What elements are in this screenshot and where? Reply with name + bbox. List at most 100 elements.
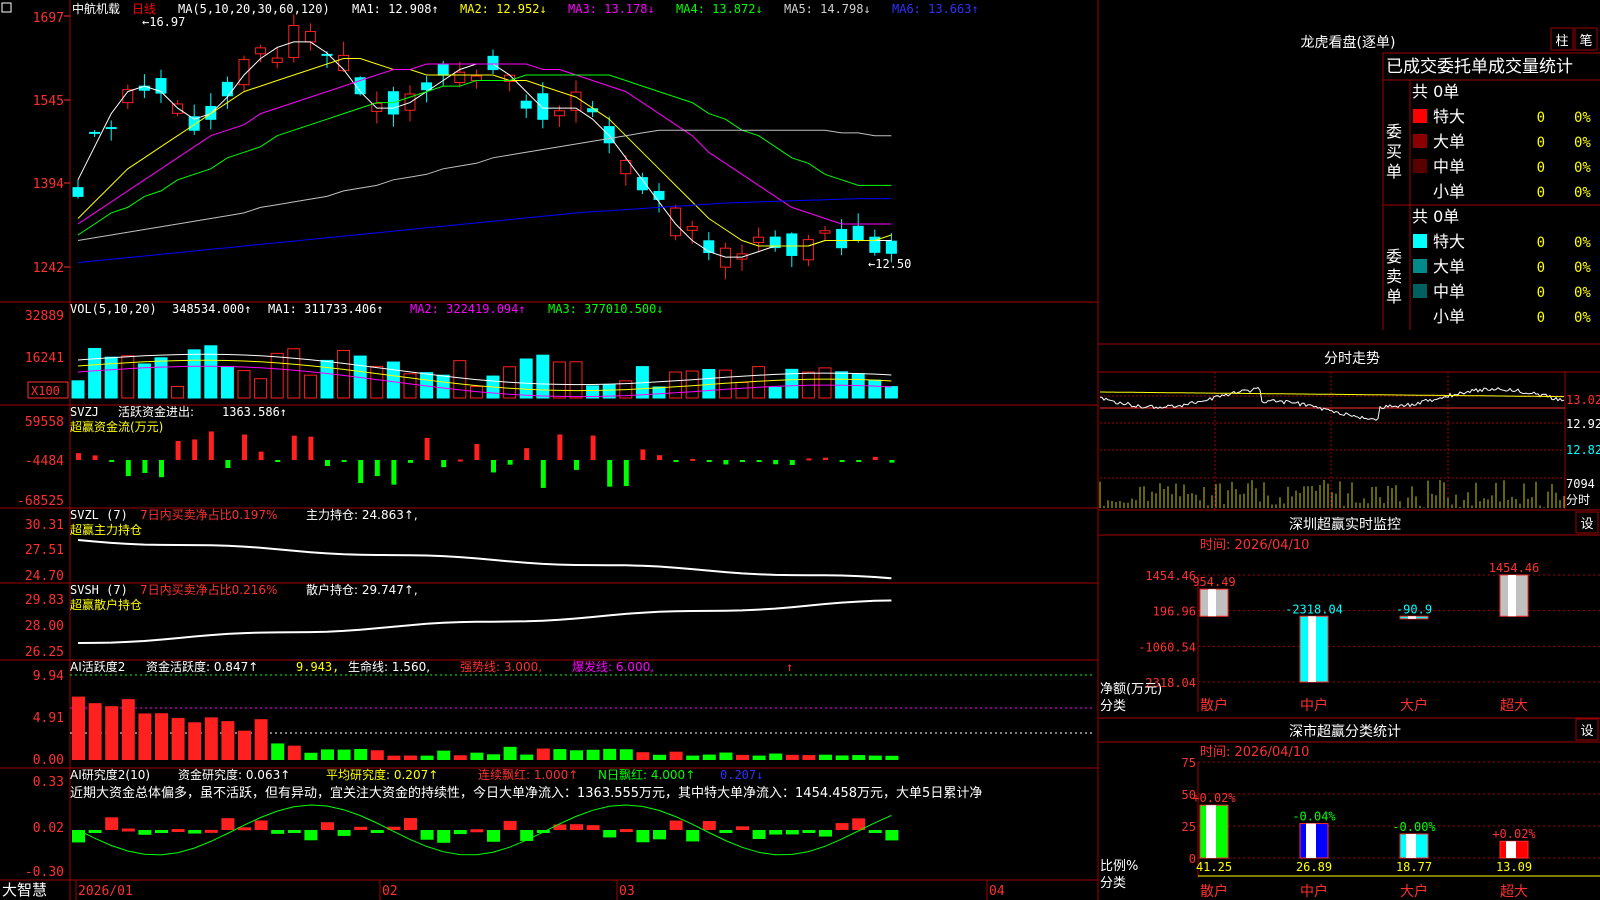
- activity-bar: [719, 752, 733, 760]
- research-bar: [138, 830, 152, 835]
- fund-flow-bar: [208, 431, 214, 460]
- activity-bar: [72, 696, 85, 760]
- longhu-title: 龙虎看盘(逐单): [1301, 34, 1396, 51]
- intraday-title[interactable]: 分时走势: [1324, 351, 1380, 367]
- vol-unit: X100: [31, 384, 60, 398]
- high-label: ←16.97: [142, 15, 185, 29]
- research-bar: [354, 826, 368, 830]
- volume-bar: [519, 358, 533, 399]
- order-count: 0: [1537, 260, 1545, 276]
- realtime-bar-value: 954.49: [1192, 575, 1235, 589]
- stock-chart-screen[interactable]: 中航机载 日线 MA(5,10,20,30,60,120) MA1: 12.90…: [0, 0, 1600, 900]
- realtime-category-label: 散户: [1200, 697, 1228, 714]
- brand-label: 大智慧: [2, 881, 47, 899]
- y-tick-svzl-1: 27.51: [25, 543, 64, 558]
- fund-flow-bar: [657, 455, 662, 460]
- candle-up: [271, 57, 283, 63]
- fund-flow-bar: [142, 460, 148, 474]
- y-tick-res-1: 0.02: [33, 821, 64, 836]
- research-bar: [785, 830, 799, 835]
- order-total: 共 0单: [1412, 207, 1459, 226]
- vol-ma2: MA2: 322419.094↑: [410, 302, 526, 316]
- activity-bar: [885, 755, 899, 760]
- candle-up: [686, 226, 698, 231]
- ai-research-v: 0.207↓: [720, 768, 763, 782]
- candle-down: [105, 127, 117, 130]
- fund-flow-bar: [225, 460, 231, 469]
- fund-flow-bar: [839, 460, 845, 462]
- fund-flow-bar: [374, 460, 380, 477]
- y-tick-svzj-1: -4484: [25, 454, 64, 469]
- classify-y-tick: 25: [1182, 820, 1196, 834]
- volume-bar: [320, 359, 334, 399]
- order-pct: 0%: [1574, 185, 1591, 201]
- research-bar: [221, 818, 235, 830]
- y-tick-svzj-2: -68525: [17, 494, 64, 509]
- classify-change-label: -0.00%: [1392, 820, 1436, 834]
- fund-flow-bar: [92, 455, 98, 460]
- svsh-subtitle: 超赢散户持仓: [70, 597, 142, 612]
- research-bar: [470, 829, 484, 833]
- research-bar: [453, 830, 467, 835]
- volume-bar: [88, 347, 102, 399]
- research-bar: [586, 825, 600, 830]
- fund-flow-bar: [325, 460, 330, 467]
- realtime-bar-value: 1454.46: [1489, 561, 1540, 575]
- volume-bar: [154, 357, 168, 399]
- candle-up: [304, 30, 316, 43]
- candle-down: [487, 55, 499, 71]
- classify-change-label: +0.02%: [1192, 791, 1236, 805]
- activity-bar: [387, 755, 401, 760]
- order-color-swatch: [1413, 234, 1427, 248]
- candle-down: [537, 93, 549, 120]
- intraday-tick-2: 12.82: [1566, 443, 1600, 457]
- research-bar: [321, 822, 334, 830]
- activity-bar: [437, 750, 451, 760]
- candle-up: [819, 230, 831, 234]
- y-tick-main-1: 1545: [33, 94, 64, 109]
- order-count: 0: [1537, 135, 1545, 151]
- activity-bar: [138, 713, 152, 760]
- volume-bar: [237, 370, 251, 399]
- volume-bar: [768, 386, 782, 399]
- research-bar: [105, 817, 119, 830]
- fund-flow-bar: [590, 435, 596, 460]
- activity-bar: [553, 749, 567, 760]
- research-bar: [437, 830, 451, 843]
- ma-params: MA(5,10,20,30,60,120): [178, 2, 330, 16]
- classify-category-label: 散户: [1200, 883, 1228, 900]
- classify-y-tick: 75: [1182, 756, 1196, 770]
- fund-flow-bar: [109, 460, 115, 462]
- volume-bar: [569, 361, 583, 399]
- research-bar: [337, 830, 351, 836]
- activity-bar: [752, 755, 766, 760]
- intraday-tick-0: 13.02: [1566, 393, 1600, 407]
- fund-flow-bar: [640, 449, 646, 460]
- ai-strong-line: 强势线: 3.000,: [460, 660, 542, 674]
- activity-bar: [736, 754, 749, 760]
- fund-flow-bar: [557, 434, 563, 460]
- activity-bar: [204, 717, 218, 760]
- fund-flow-bar: [258, 451, 264, 460]
- volume-bar: [735, 381, 749, 399]
- period-label[interactable]: 日线: [132, 2, 156, 16]
- y-tick-ai-2: 0.00: [33, 753, 64, 768]
- activity-bar: [819, 754, 832, 760]
- realtime-bar-highlight: [1508, 575, 1516, 617]
- research-bar: [254, 820, 268, 830]
- ma2-value: MA2: 12.952↓: [460, 2, 547, 16]
- classify-value-label: 26.89: [1296, 860, 1332, 874]
- candle-down: [89, 131, 101, 134]
- order-side-label: 单: [1386, 162, 1402, 181]
- fund-flow-bar: [773, 460, 779, 465]
- date-tick-1: 02: [382, 884, 398, 899]
- order-count: 0: [1537, 235, 1545, 251]
- activity-bar: [370, 750, 384, 760]
- activity-bar: [603, 748, 617, 760]
- candle-down: [885, 240, 897, 254]
- y-tick-ai-0: 9.94: [33, 669, 64, 684]
- activity-bar: [536, 748, 550, 760]
- longhu-headline: 已成交委托单成交量统计: [1386, 57, 1573, 77]
- candle-up: [338, 54, 350, 72]
- ai-active-arrow: ↑: [786, 660, 793, 674]
